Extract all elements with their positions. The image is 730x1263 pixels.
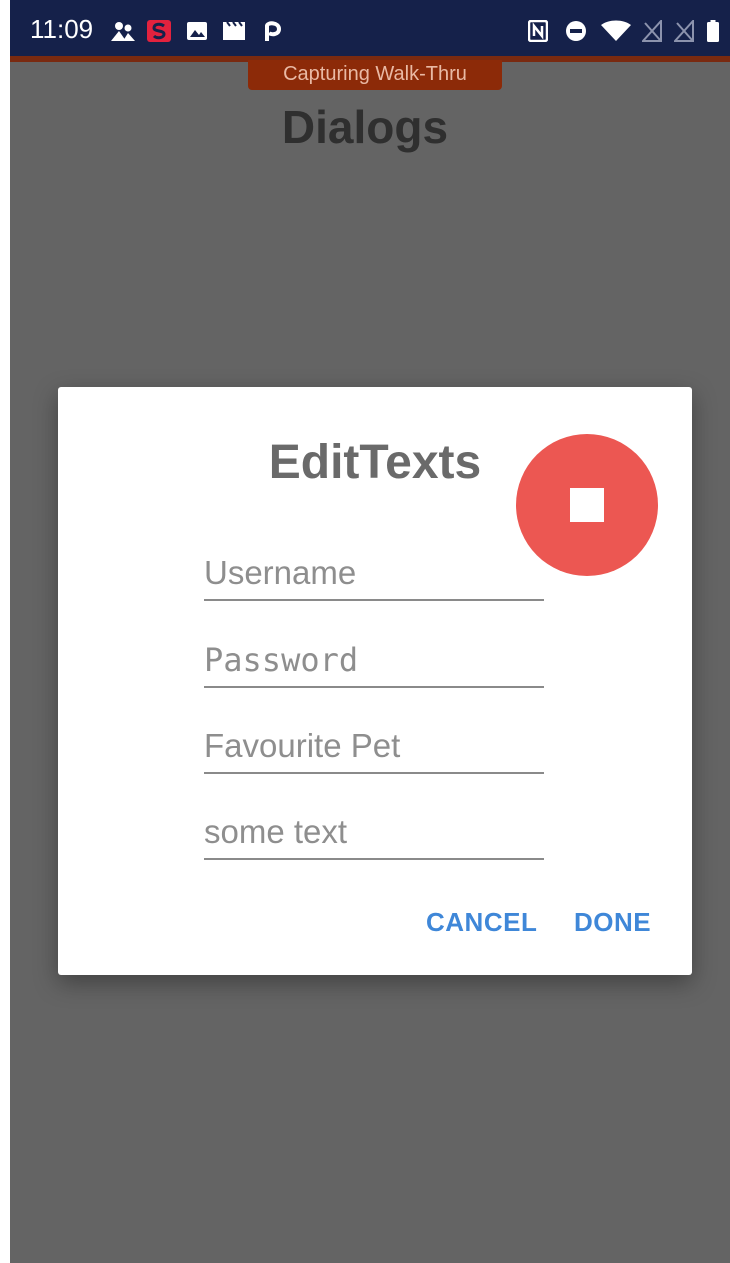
stop-icon [570,488,604,522]
status-bar: 11:09 [10,0,730,60]
capture-banner: Capturing Walk-Thru [248,60,502,90]
done-button[interactable]: DONE [574,907,651,938]
wifi-icon [601,20,631,41]
favourite-pet-field [204,722,544,774]
some-text-input[interactable] [204,808,544,856]
stop-recording-button[interactable] [516,434,658,576]
password-field [204,636,544,688]
cancel-button[interactable]: CANCEL [426,907,537,938]
some-text-field [204,808,544,860]
do-not-disturb-icon [566,21,586,41]
username-field [204,549,544,601]
p-app-icon [265,21,282,41]
status-time: 11:09 [30,14,94,44]
favourite-pet-input[interactable] [204,722,544,770]
no-signal-icon [642,20,662,42]
screen-edge [0,0,10,1263]
clapper-icon [223,21,245,40]
people-icon [111,22,135,41]
app-screen: 11:09 Capturing Walk-Thru Dialogs EditTe… [10,0,730,1263]
username-input[interactable] [204,549,544,597]
nfc-icon [528,20,548,42]
no-signal-icon [674,20,694,42]
password-input[interactable] [204,636,544,684]
s-app-icon [147,20,171,42]
page-title: Dialogs [281,101,449,153]
image-icon [187,22,207,40]
battery-icon [707,20,719,42]
